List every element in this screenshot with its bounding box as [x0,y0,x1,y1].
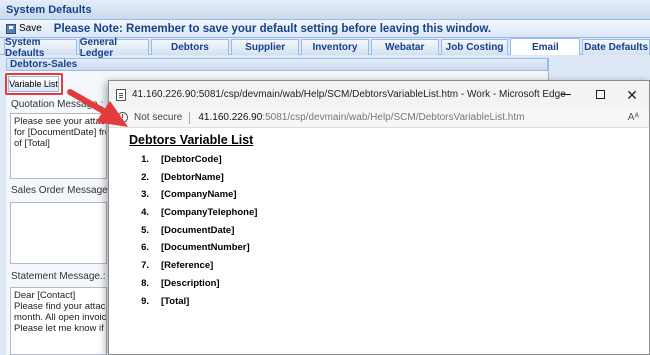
item-number: 3. [141,189,149,201]
list-item: 1. [DebtorCode] [129,154,257,172]
tab-general-ledger[interactable]: General Ledger [78,37,149,59]
item-name: [CompanyTelephone] [161,207,258,219]
warning-icon: ! [117,112,128,123]
item-number: 5. [141,224,149,236]
item-name: [CompanyName] [161,189,237,201]
sales-order-message-field[interactable] [10,202,107,264]
item-name: [Reference] [161,260,214,272]
minimize-icon [561,94,571,95]
quotation-message-label: Quotation Message.: [11,99,104,110]
read-aloud-icon[interactable]: Aᴬ [628,112,639,123]
list-item: 9. [Total] [129,296,257,314]
edge-window-title: 41.160.226.90:5081/csp/devmain/wab/Help/… [132,89,566,100]
tab-strip: System Defaults General Ledger Debtors S… [0,37,650,59]
item-number: 7. [141,260,149,272]
tab-date-defaults[interactable]: Date Defaults [582,39,650,55]
section-title: Debtors-Sales [6,58,548,71]
quotation-message-field[interactable]: Please see your attache for [DocumentDat… [10,113,107,179]
item-number: 1. [141,154,149,165]
statement-message-field[interactable]: Dear [Contact] Please find your attached… [10,287,107,355]
tab-debtors[interactable]: Debtors [150,39,230,55]
tab-inventory[interactable]: Inventory [301,39,369,55]
item-name: [DebtorCode] [161,154,222,165]
list-item: 6. [DocumentNumber] [129,242,257,260]
item-name: [DocumentDate] [161,224,235,236]
callout-highlight-box [5,73,63,95]
item-number: 2. [141,171,149,183]
edge-browser-window: 41.160.226.90:5081/csp/devmain/wab/Help/… [108,80,650,355]
list-item: 5. [DocumentDate] [129,225,257,243]
save-label: Save [19,23,42,34]
window-title: System Defaults [0,0,650,20]
toolbar: Save Please Note: Remember to save your … [0,20,650,38]
statement-message-label: Statement Message.: [11,271,106,282]
item-number: 9. [141,295,149,307]
edge-title-bar: 41.160.226.90:5081/csp/devmain/wab/Help/… [109,81,649,108]
item-name: [DebtorName] [161,171,224,183]
tab-supplier[interactable]: Supplier [231,39,300,55]
item-number: 6. [141,242,149,254]
item-name: [Description] [161,277,220,289]
address-bar[interactable]: ! Not secure 41.160.226.90 :5081/csp/dev… [109,108,649,128]
tab-email[interactable]: Email [510,38,581,55]
floppy-disk-icon [6,23,16,34]
close-icon: ✕ [626,86,638,103]
variable-list: 1. [DebtorCode] 2. [DebtorName] 3. [Company… [129,154,257,313]
not-secure-label[interactable]: Not secure [134,112,182,123]
maximize-button[interactable] [583,81,617,108]
list-item: 8. [Description] [129,278,257,296]
page-icon [116,88,126,101]
url-path: :5081/csp/devmain/wab/Help/SCM/DebtorsVa… [262,112,525,123]
item-number: 8. [141,277,149,289]
document-content: Debtors Variable List 1. [DebtorCode] 2. [… [129,133,257,313]
url-host: 41.160.226.90 [198,112,263,123]
sales-order-message-label: Sales Order Message.: [11,185,114,196]
minimize-button[interactable] [549,81,583,108]
close-button[interactable]: ✕ [615,81,649,108]
tab-system-defaults[interactable]: System Defaults [4,37,77,59]
save-button[interactable]: Save [6,23,42,34]
list-item: 4. [CompanyTelephone] [129,207,257,225]
save-reminder-note: Please Note: Remember to save your defau… [53,22,492,35]
document-title: Debtors Variable List [129,133,254,147]
item-number: 4. [141,207,149,219]
list-item: 3. [CompanyName] [129,189,257,207]
tab-job-costing[interactable]: Job Costing [440,39,509,55]
item-name: [Total] [161,295,190,307]
list-item: 2. [DebtorName] [129,172,257,190]
maximize-icon [595,90,605,99]
list-item: 7. [Reference] [129,260,257,278]
item-name: [DocumentNumber] [161,242,250,254]
tab-webatar[interactable]: Webatar [370,39,439,55]
address-separator [189,111,191,124]
